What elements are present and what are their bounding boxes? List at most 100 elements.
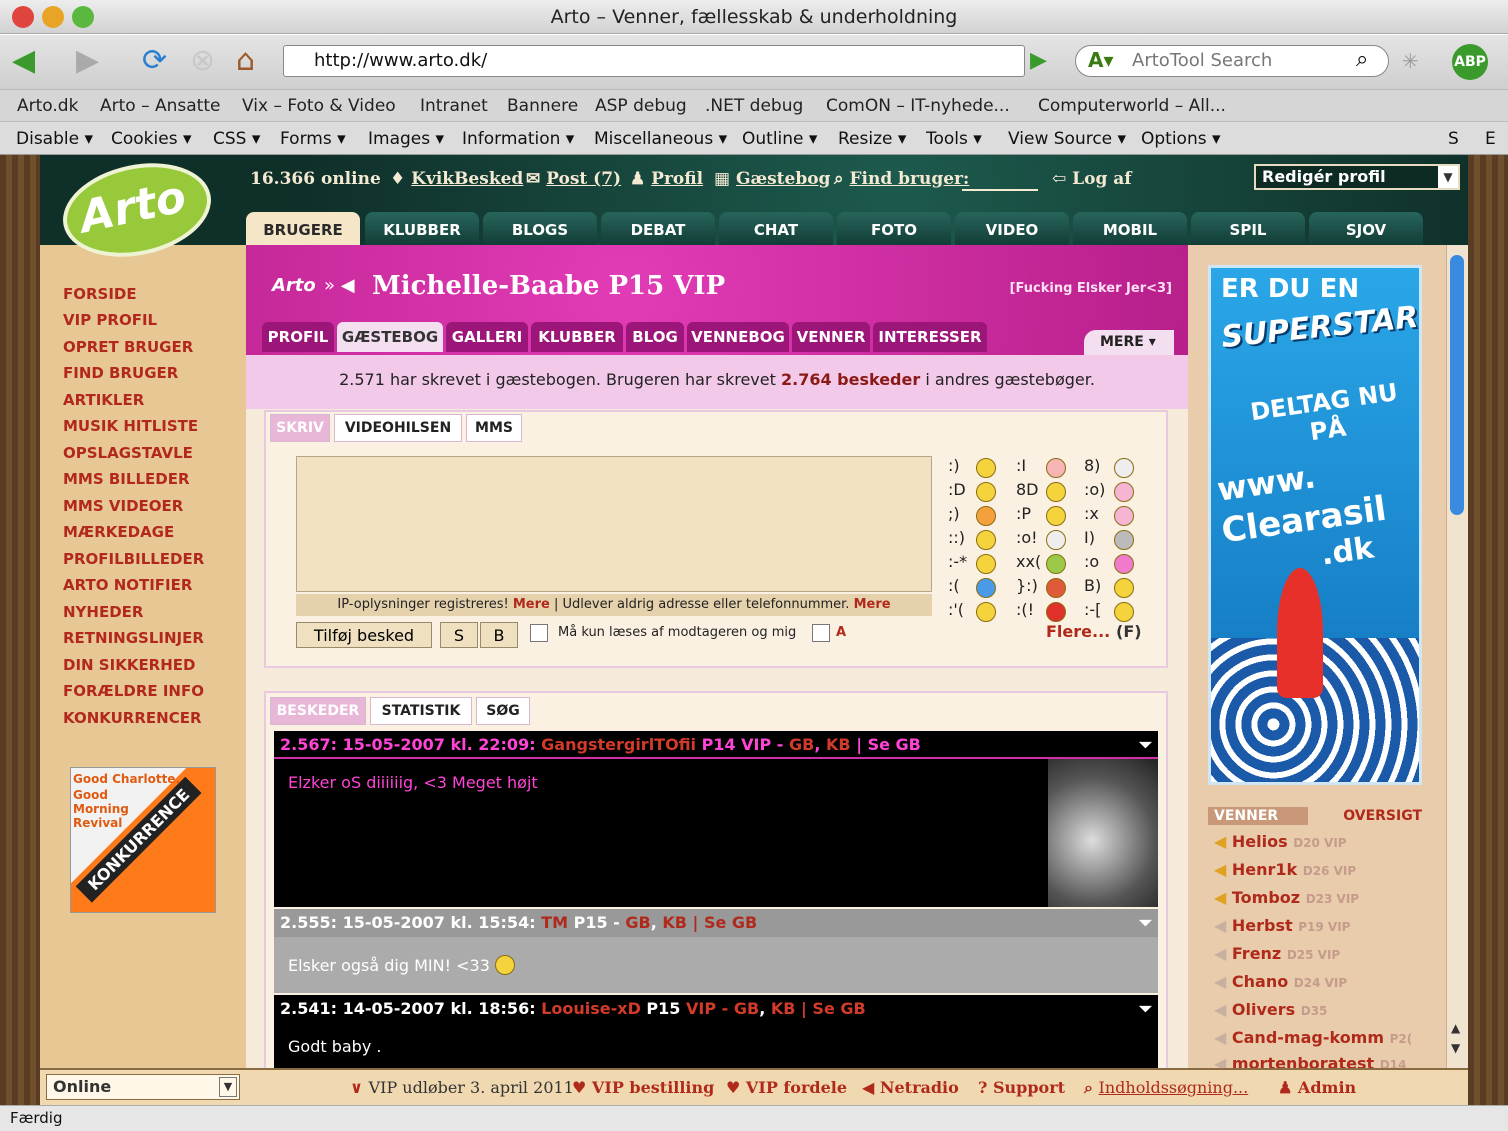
tab-klubber[interactable]: KLUBBER [365,212,479,246]
tab-video[interactable]: VIDEO [955,212,1069,246]
page-scrollbar[interactable]: ▲ ▼ [1446,245,1468,1068]
dev-toolbar-s[interactable]: S [1448,129,1459,149]
dev-menu-images[interactable]: Images ▾ [368,129,444,149]
sidebar-item-mms-billeder[interactable]: MMS BILLEDER [63,470,190,488]
tab-klubber-profil[interactable]: KLUBBER [531,322,623,352]
tab-beskeder[interactable]: BESKEDER [270,697,366,725]
dev-menu-view-source[interactable]: View Source ▾ [1008,129,1126,149]
tab-vennebog[interactable]: VENNEBOG [687,322,789,352]
bookmark-item[interactable]: ASP debug [595,96,687,116]
smiley-icon[interactable] [1114,506,1134,526]
message-author-link[interactable]: TM [541,913,568,932]
smiley-icon[interactable] [1114,578,1134,598]
expand-icon[interactable]: ⏷ [1139,909,1152,937]
clearasil-ad[interactable]: ER DU EN SUPERSTAR DELTAG NU PÅ www. Cle… [1208,265,1422,785]
tab-gaestebog[interactable]: GÆSTEBOG [337,322,443,352]
support-link[interactable]: ? Support [978,1078,1065,1097]
tab-mobil[interactable]: MOBIL [1073,212,1187,246]
magnifier-icon[interactable]: ⌕ [1356,47,1368,72]
sidebar-item-arto-notifier[interactable]: ARTO NOTIFIER [63,576,192,594]
dev-menu-tools[interactable]: Tools ▾ [926,129,982,149]
sidebar-item-profilbilleder[interactable]: PROFILBILLEDER [63,550,204,568]
arto-small-logo[interactable]: Arto [272,275,316,296]
back-arrow-icon[interactable]: ◀ [12,43,35,79]
tab-soeg[interactable]: SØG [476,697,530,725]
sidebar-item-mms-videoer[interactable]: MMS VIDEOER [63,497,183,515]
smiley-icon[interactable] [976,458,996,478]
dev-menu-miscellaneous[interactable]: Miscellaneous ▾ [594,129,727,149]
smiley-icon[interactable] [1046,458,1066,478]
more-smileys-link[interactable]: Flere... [1046,622,1110,641]
tab-debat[interactable]: DEBAT [601,212,715,246]
kb-link[interactable]: KB [826,735,851,754]
dev-menu-disable[interactable]: Disable ▾ [16,129,93,149]
tab-venner-list[interactable]: VENNER [1208,807,1308,825]
search-engine-icon[interactable]: A▾ [1088,48,1114,72]
friend-item[interactable]: ◀ Frenz D25 VIP [1214,944,1340,963]
smiley-icon[interactable] [1114,530,1134,550]
smiley-icon[interactable] [976,578,996,598]
friend-item[interactable]: ◀ mortenboratest D14 [1214,1054,1444,1068]
se-gb-link[interactable]: | Se GB [801,999,866,1018]
tab-skriv[interactable]: SKRIV [270,414,330,442]
url-input[interactable]: http://www.arto.dk/ [283,45,1025,77]
sidebar-item-opslagstavle[interactable]: OPSLAGSTAVLE [63,444,193,462]
expand-icon[interactable]: ⏷ [1139,995,1152,1023]
vip-fordele-link[interactable]: ♥ VIP fordele [726,1078,847,1097]
b-button[interactable]: B [480,622,518,648]
tab-blogs[interactable]: BLOGS [483,212,597,246]
friend-item[interactable]: ◀ Chano D24 VIP [1214,972,1347,991]
smiley-icon[interactable] [1046,554,1066,574]
private-checkbox[interactable] [530,624,548,642]
friend-item[interactable]: ◀ Olivers D35 [1214,1000,1327,1019]
smiley-icon[interactable] [1114,458,1134,478]
se-gb-link[interactable]: | Se GB [693,913,758,932]
dev-menu-cookies[interactable]: Cookies ▾ [111,129,192,149]
add-message-button[interactable]: Tilføj besked [296,622,432,648]
friend-item[interactable]: ◀ Cand-mag-komm P2( [1214,1028,1444,1047]
sidebar-item-foraeldre-info[interactable]: FORÆLDRE INFO [63,682,204,700]
tab-galleri[interactable]: GALLERI [446,322,528,352]
sidebar-item-find-bruger[interactable]: FIND BRUGER [63,364,178,382]
sidebar-item-din-sikkerhed[interactable]: DIN SIKKERHED [63,656,196,674]
expand-icon[interactable]: ⏷ [1139,731,1152,759]
a-checkbox[interactable] [812,624,830,642]
dev-menu-resize[interactable]: Resize ▾ [838,129,906,149]
smiley-icon[interactable] [1114,602,1134,622]
tab-brugere[interactable]: BRUGERE [246,212,360,246]
sidebar-item-nyheder[interactable]: NYHEDER [63,603,143,621]
gb-link[interactable]: GB [789,735,814,754]
search-input[interactable]: ArtoTool Search [1075,45,1389,77]
tab-statistik[interactable]: STATISTIK [370,697,472,725]
tab-spil[interactable]: SPIL [1191,212,1305,246]
tab-mms[interactable]: MMS [466,414,522,442]
smiley-icon[interactable] [1046,482,1066,502]
avatar[interactable] [1048,759,1158,907]
profil-link[interactable]: ♟ Profil [630,169,703,189]
forward-arrow-icon[interactable]: ▶ [76,43,99,79]
logaf-link[interactable]: ⇦ Log af [1052,169,1132,189]
content-search-link[interactable]: ⌕ Indholdssøgning... [1084,1078,1248,1098]
scrollbar-thumb[interactable] [1450,255,1464,515]
smiley-icon[interactable] [1046,506,1066,526]
bookmark-item[interactable]: Arto – Ansatte [100,96,220,116]
message-author-link[interactable]: GangstergirlTOfii [541,735,696,754]
dev-toolbar-e[interactable]: E [1485,129,1496,149]
tab-profil[interactable]: PROFIL [262,322,334,352]
reload-icon[interactable]: ⟳ [142,43,167,79]
dev-menu-css[interactable]: CSS ▾ [213,129,260,149]
sidebar-item-musik-hitliste[interactable]: MUSIK HITLISTE [63,417,198,435]
gb-link[interactable]: GB [625,913,650,932]
message-author-link[interactable]: Loouise-xD [541,999,641,1018]
smiley-icon[interactable] [1046,602,1066,622]
tab-oversigt[interactable]: OVERSIGT [1312,807,1422,825]
kb-link[interactable]: KB [662,913,687,932]
sidebar-item-maerkedage[interactable]: MÆRKEDAGE [63,523,174,541]
tab-videohilsen[interactable]: VIDEOHILSEN [334,414,462,442]
address-more-link[interactable]: Mere [854,597,891,612]
ip-more-link[interactable]: Mere [513,597,550,612]
smiley-icon[interactable] [976,602,996,622]
netradio-link[interactable]: ◀ Netradio [862,1078,959,1097]
smiley-icon[interactable] [1114,554,1134,574]
tab-blog[interactable]: BLOG [626,322,684,352]
